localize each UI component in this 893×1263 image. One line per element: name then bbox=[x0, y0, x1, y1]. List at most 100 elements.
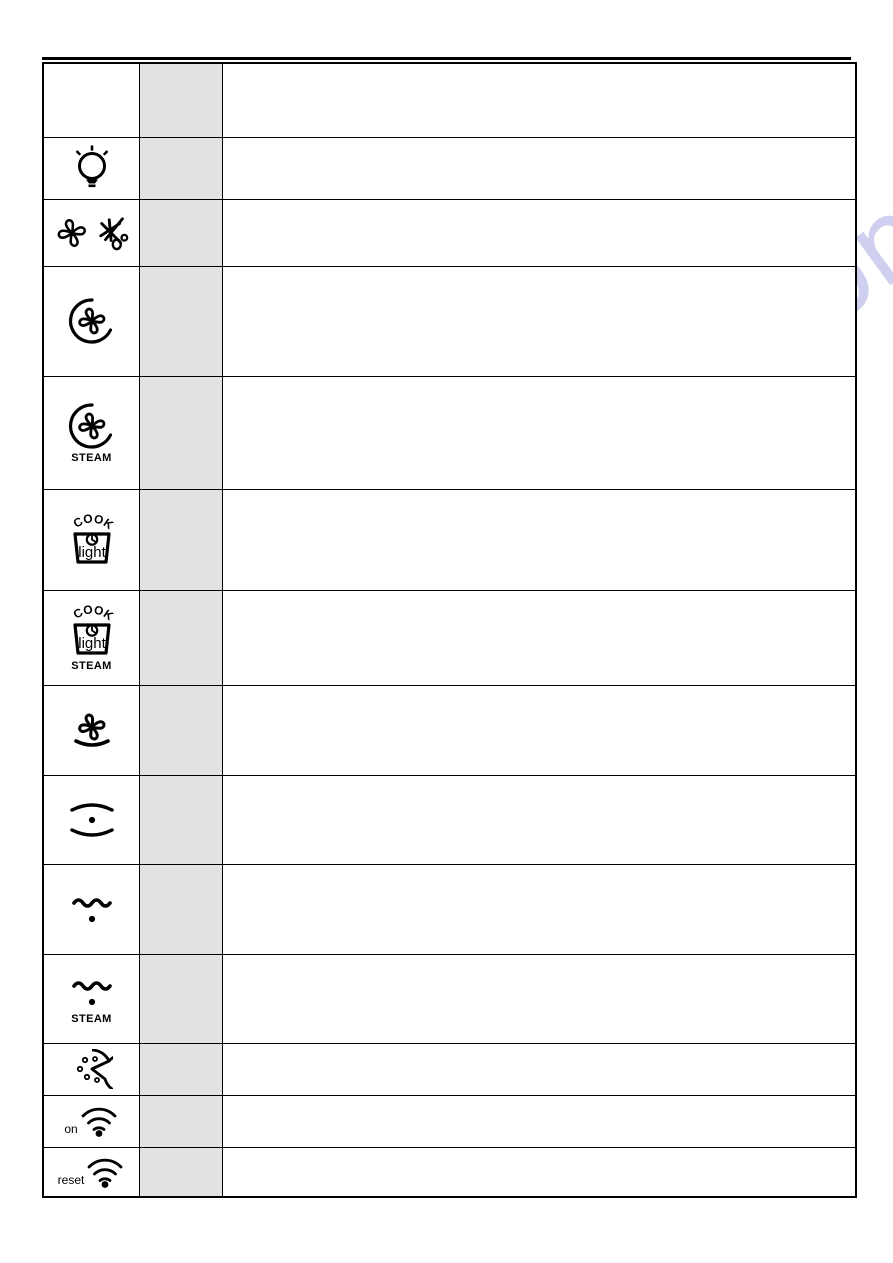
shaded-cell bbox=[139, 198, 223, 267]
description-text bbox=[223, 995, 855, 1003]
fan-bottom-heat-icon bbox=[44, 704, 139, 756]
description-cell bbox=[222, 136, 857, 200]
description-cell bbox=[222, 1094, 857, 1148]
shaded-cell bbox=[139, 62, 223, 138]
shaded-cell bbox=[139, 863, 223, 955]
cook-light-icon: COOK light bbox=[44, 512, 139, 568]
shaded-cell-text bbox=[140, 1117, 222, 1125]
description-text bbox=[223, 726, 855, 734]
symbol-cell bbox=[42, 265, 140, 377]
symbol-cell: reset bbox=[42, 1146, 140, 1198]
shaded-cell bbox=[139, 589, 223, 686]
svg-text:COOK: COOK bbox=[70, 512, 115, 532]
description-cell bbox=[222, 265, 857, 377]
symbol-cell bbox=[42, 136, 140, 200]
shaded-cell-text bbox=[140, 96, 222, 104]
description-text bbox=[223, 1065, 855, 1073]
shaded-cell bbox=[139, 1094, 223, 1148]
shaded-cell bbox=[139, 1042, 223, 1096]
shaded-cell bbox=[139, 953, 223, 1044]
shaded-cell bbox=[139, 488, 223, 591]
table-row bbox=[42, 774, 857, 865]
symbol-cell bbox=[42, 774, 140, 865]
table-row: COOK light STEAM bbox=[42, 589, 857, 686]
shaded-cell-text bbox=[140, 905, 222, 913]
wifi-on-label: on bbox=[64, 1122, 78, 1136]
shaded-cell bbox=[139, 265, 223, 377]
shaded-cell-text bbox=[140, 1168, 222, 1176]
steam-label: STEAM bbox=[71, 452, 112, 464]
table-row: STEAM bbox=[42, 953, 857, 1044]
fan-circle-steam-icon: STEAM bbox=[44, 401, 139, 464]
table-row: STEAM bbox=[42, 375, 857, 490]
oven-function-symbol-table: STEAM COOK light COOK light STEAM STEAM … bbox=[42, 62, 857, 1198]
wifi-on-icon: on bbox=[44, 1104, 139, 1138]
symbol-cell bbox=[42, 1042, 140, 1096]
description-text bbox=[223, 164, 855, 172]
steam-label: STEAM bbox=[71, 660, 112, 672]
table-row bbox=[42, 198, 857, 267]
grill-wave-steam-icon: STEAM bbox=[44, 972, 139, 1025]
symbol-cell: on bbox=[42, 1094, 140, 1148]
document-page: manualshive.com bbox=[0, 0, 893, 1263]
description-cell bbox=[222, 488, 857, 591]
description-text bbox=[223, 429, 855, 437]
table-row bbox=[42, 136, 857, 200]
description-text bbox=[223, 816, 855, 824]
symbol-cell bbox=[42, 198, 140, 267]
description-cell bbox=[222, 1146, 857, 1198]
description-text bbox=[223, 1168, 855, 1176]
description-cell bbox=[222, 589, 857, 686]
shaded-cell bbox=[139, 136, 223, 200]
shaded-cell bbox=[139, 1146, 223, 1198]
description-cell bbox=[222, 953, 857, 1044]
table-row: COOK light bbox=[42, 488, 857, 591]
description-text bbox=[223, 634, 855, 642]
shaded-cell-text bbox=[140, 229, 222, 237]
description-text bbox=[223, 1117, 855, 1125]
table-row bbox=[42, 684, 857, 776]
shaded-cell bbox=[139, 774, 223, 865]
svg-text:COOK: COOK bbox=[70, 603, 115, 623]
cook-light-steam-icon: COOK light STEAM bbox=[44, 603, 139, 672]
table-row: on bbox=[42, 1094, 857, 1148]
description-cell bbox=[222, 62, 857, 138]
symbol-cell: STEAM bbox=[42, 953, 140, 1044]
wifi-reset-icon: reset bbox=[44, 1155, 139, 1189]
symbol-cell bbox=[42, 863, 140, 955]
description-text bbox=[223, 317, 855, 325]
description-text bbox=[223, 96, 855, 104]
description-cell bbox=[222, 684, 857, 776]
top-bottom-heat-icon bbox=[44, 797, 139, 843]
description-cell bbox=[222, 1042, 857, 1096]
symbol-cell bbox=[42, 62, 140, 138]
table-row: reset bbox=[42, 1146, 857, 1198]
pizza-icon bbox=[44, 1049, 139, 1089]
shaded-cell bbox=[139, 684, 223, 776]
top-horizontal-rule bbox=[42, 57, 851, 60]
wifi-reset-label: reset bbox=[57, 1172, 85, 1187]
description-text bbox=[223, 229, 855, 237]
description-cell bbox=[222, 774, 857, 865]
shaded-cell-text bbox=[140, 816, 222, 824]
svg-text:light: light bbox=[78, 635, 106, 652]
table-row bbox=[42, 1042, 857, 1096]
description-cell bbox=[222, 198, 857, 267]
shaded-cell-text bbox=[140, 634, 222, 642]
table-row bbox=[42, 863, 857, 955]
description-text bbox=[223, 905, 855, 913]
grill-wave-icon bbox=[44, 889, 139, 929]
table-row bbox=[42, 265, 857, 377]
svg-text:light: light bbox=[78, 544, 106, 561]
steam-label: STEAM bbox=[71, 1013, 112, 1025]
description-text bbox=[223, 536, 855, 544]
shaded-cell-text bbox=[140, 726, 222, 734]
symbol-cell: COOK light bbox=[42, 488, 140, 591]
shaded-cell-text bbox=[140, 995, 222, 1003]
description-cell bbox=[222, 375, 857, 490]
oven-light-bulb-icon bbox=[44, 145, 139, 191]
shaded-cell-text bbox=[140, 536, 222, 544]
table-row bbox=[42, 62, 857, 138]
fan-circle-icon bbox=[44, 296, 139, 346]
symbol-cell bbox=[42, 684, 140, 776]
